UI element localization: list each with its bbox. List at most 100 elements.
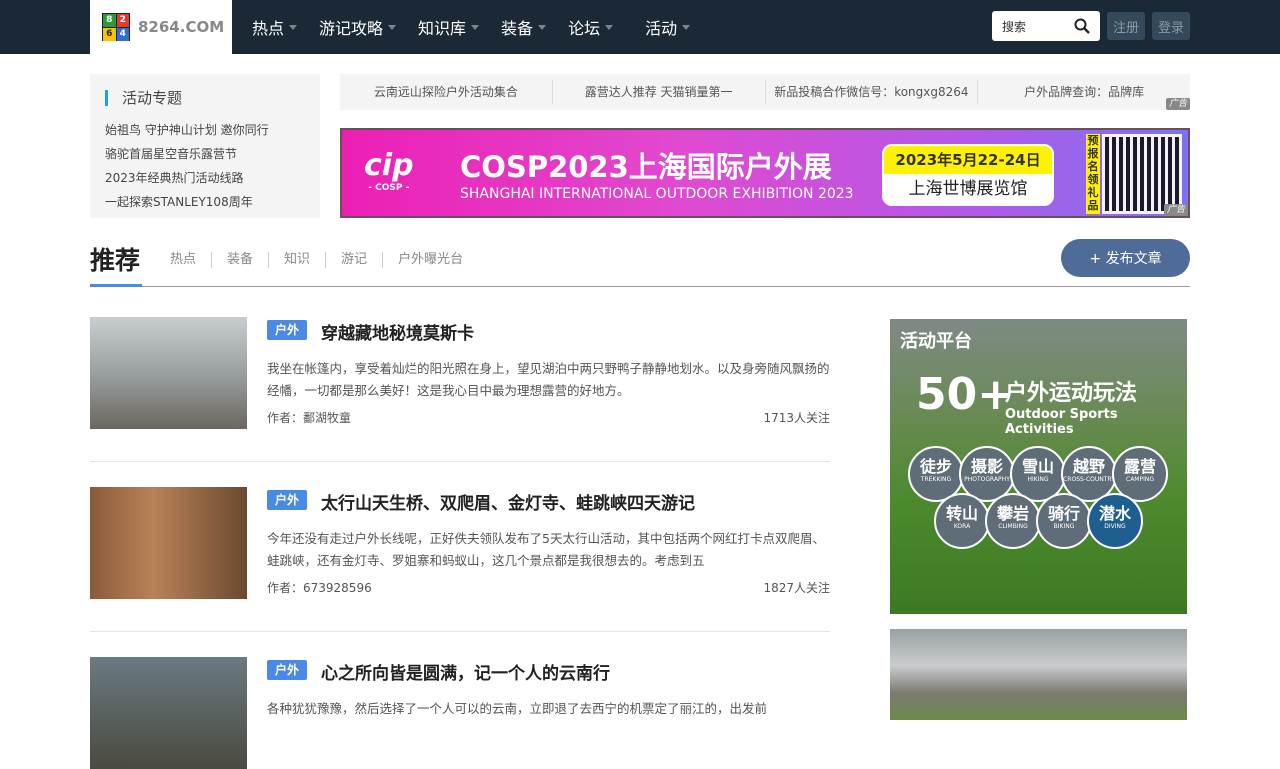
- ad-link[interactable]: 户外品牌查询：品牌库: [978, 80, 1190, 104]
- activity-en: DIVING: [1104, 523, 1126, 530]
- chevron-down-icon: [538, 24, 547, 30]
- article-thumbnail[interactable]: [90, 317, 247, 429]
- article-title[interactable]: 穿越藏地秘境莫斯卡: [321, 319, 474, 344]
- activity-circle[interactable]: 潜水 DIVING: [1087, 493, 1143, 549]
- tab-gear[interactable]: 装备: [211, 252, 268, 268]
- article-author[interactable]: 作者：673928596: [267, 579, 372, 596]
- banner-side-text: 预报名领礼品: [1086, 134, 1100, 214]
- article-title[interactable]: 心之所向皆是圆满，记一个人的云南行: [321, 659, 610, 684]
- activity-en: BIKING: [1053, 523, 1075, 530]
- article-followers: 1713人关注: [763, 411, 830, 425]
- feed-title[interactable]: 推荐: [90, 243, 142, 287]
- activity-circle[interactable]: 转山 KORA: [934, 493, 990, 549]
- article-author[interactable]: 作者：鄱湖牧童: [267, 409, 351, 426]
- topic-link[interactable]: 始祖鸟 守护神山计划 邀你同行: [105, 118, 305, 142]
- publish-article-button[interactable]: + 发布文章: [1061, 239, 1190, 277]
- nav-hot[interactable]: 热点: [252, 15, 298, 39]
- article-thumbnail[interactable]: [90, 657, 247, 769]
- ad-link[interactable]: 新品投稿合作微信号：kongxg8264: [766, 80, 979, 104]
- mountain-ad-image[interactable]: [890, 629, 1187, 720]
- activity-circle[interactable]: 攀岩 CLIMBING: [985, 493, 1041, 549]
- tab-travel[interactable]: 游记: [325, 252, 382, 268]
- article-title[interactable]: 太行山天生桥、双爬眉、金灯寺、蛙跳峡四天游记: [321, 489, 695, 514]
- article-thumbnail[interactable]: [90, 487, 247, 599]
- ad-subtitle: Outdoor Sports Activities: [1005, 407, 1118, 437]
- tab-exposure[interactable]: 户外曝光台: [382, 252, 478, 268]
- tab-hot[interactable]: 热点: [170, 252, 211, 268]
- topic-link[interactable]: 2023年经典热门活动线路: [105, 166, 305, 190]
- article-tag[interactable]: 户外: [267, 660, 307, 680]
- activity-cn: 骑行: [1047, 504, 1080, 523]
- article-desc: 今年还没有走过户外长线呢，正好佚夫领队发布了5天太行山活动，其中包括两个网红打卡…: [267, 531, 825, 568]
- nav-knowledge[interactable]: 知识库: [418, 15, 480, 39]
- chevron-down-icon: [471, 24, 480, 30]
- qr-code-icon: [1102, 134, 1182, 214]
- article-tag[interactable]: 户外: [267, 320, 307, 340]
- activity-cn: 徒步: [919, 457, 952, 476]
- ad-label: 广告: [1165, 98, 1190, 110]
- activity-en: CROSS-COUNTRY: [1063, 476, 1115, 483]
- activity-en: CAMPING: [1126, 476, 1154, 483]
- activity-cn: 雪山: [1021, 457, 1054, 476]
- nav-label: 热点: [252, 19, 285, 38]
- activity-en: PHOTOGRAPHY: [964, 476, 1010, 483]
- logo-digit: 2: [116, 14, 129, 27]
- banner-subtitle: SHANGHAI INTERNATIONAL OUTDOOR EXHIBITIO…: [460, 186, 854, 202]
- banner-date-box: 2023年5月22-24日 上海世博展览馆: [882, 144, 1054, 206]
- logo-mark: cip: [364, 148, 414, 183]
- ad-link[interactable]: 云南远山探险户外活动集合: [340, 80, 553, 104]
- ad-link[interactable]: 露营达人推荐 天猫销量第一: [553, 80, 766, 104]
- activity-en: CLIMBING: [998, 523, 1028, 530]
- feed-tabs: 推荐 热点 装备 知识 游记 户外曝光台 + 发布文章: [90, 238, 1190, 287]
- activity-cn: 攀岩: [996, 504, 1029, 523]
- nav-travel[interactable]: 游记攻略: [319, 15, 397, 39]
- chevron-down-icon: [605, 24, 614, 30]
- nav-label: 装备: [501, 19, 534, 38]
- topic-link[interactable]: 骆驼首届星空音乐露营节: [105, 142, 305, 166]
- nav-gear[interactable]: 装备: [501, 15, 547, 39]
- activity-en: KORA: [953, 523, 971, 530]
- search-placeholder: 搜索: [1002, 19, 1027, 34]
- article-followers: 1827人关注: [763, 581, 830, 595]
- register-button[interactable]: 注册: [1107, 12, 1145, 40]
- article-desc: 各种犹犹豫豫，然后选择了一个人可以的云南，立即退了去西宁的机票定了丽江的，出发前: [267, 701, 768, 716]
- site-logo[interactable]: 8 2 6 4 8264.COM: [90, 0, 232, 54]
- cosp-banner-ad[interactable]: cip - COSP - COSP2023上海国际户外展 SHANGHAI INT…: [340, 128, 1190, 218]
- ad-header: 活动平台: [900, 331, 972, 352]
- activity-cn: 潜水: [1098, 504, 1131, 523]
- ad-links-bar: 云南远山探险户外活动集合 露营达人推荐 天猫销量第一 新品投稿合作微信号：kon…: [340, 74, 1190, 110]
- activity-circle[interactable]: 骑行 BIKING: [1036, 493, 1092, 549]
- article-item[interactable]: 户外 心之所向皆是圆满，记一个人的云南行 各种犹犹豫豫，然后选择了一个人可以的云…: [90, 657, 830, 769]
- nav-label: 知识库: [418, 19, 467, 38]
- activity-cn: 摄影: [970, 457, 1003, 476]
- top-navbar: 8 2 6 4 8264.COM 热点 游记攻略 知识库 装备 论坛 活动 搜索…: [0, 0, 1280, 54]
- logo-digit: 4: [116, 28, 129, 41]
- main-nav: 热点 游记攻略 知识库 装备 论坛 活动: [252, 0, 712, 54]
- article-item[interactable]: 户外 太行山天生桥、双爬眉、金灯寺、蛙跳峡四天游记 今年还没有走过户外长线呢，正…: [90, 487, 830, 599]
- activity-en: TREKKING: [920, 476, 952, 483]
- nav-label: 论坛: [568, 19, 601, 38]
- search-icon[interactable]: [1074, 18, 1090, 34]
- login-button[interactable]: 登录: [1152, 12, 1190, 40]
- topics-title: 活动专题: [105, 90, 305, 106]
- chevron-down-icon: [682, 24, 691, 30]
- tab-knowledge[interactable]: 知识: [268, 252, 325, 268]
- activity-cn: 转山: [945, 504, 978, 523]
- nav-forum[interactable]: 论坛: [568, 15, 614, 39]
- logo-digit: 8: [103, 14, 116, 27]
- search-input[interactable]: 搜索: [992, 11, 1100, 41]
- logo-icon: 8 2 6 4: [102, 13, 130, 41]
- article-item[interactable]: 户外 穿越藏地秘境莫斯卡 我坐在帐篷内，享受着灿烂的阳光照在身上，望见湖泊中两只…: [90, 317, 830, 429]
- activity-platform-ad[interactable]: 活动平台 50+ 户外运动玩法 Outdoor Sports Activitie…: [890, 319, 1187, 614]
- ad-big-number: 50+: [916, 369, 1015, 420]
- logo-text: 8264.COM: [138, 18, 225, 36]
- activity-en: HIKING: [1027, 476, 1049, 483]
- article-desc: 我坐在帐篷内，享受着灿烂的阳光照在身上，望见湖泊中两只野鸭子静静地划水。以及身旁…: [267, 361, 830, 398]
- article-tag[interactable]: 户外: [267, 490, 307, 510]
- chevron-down-icon: [388, 24, 397, 30]
- activity-cn: 露营: [1123, 457, 1156, 476]
- nav-events[interactable]: 活动: [645, 15, 691, 39]
- banner-title: COSP2023上海国际户外展: [460, 150, 832, 184]
- topic-link[interactable]: 一起探索STANLEY108周年: [105, 190, 305, 214]
- ad-label: 广告: [1163, 204, 1188, 216]
